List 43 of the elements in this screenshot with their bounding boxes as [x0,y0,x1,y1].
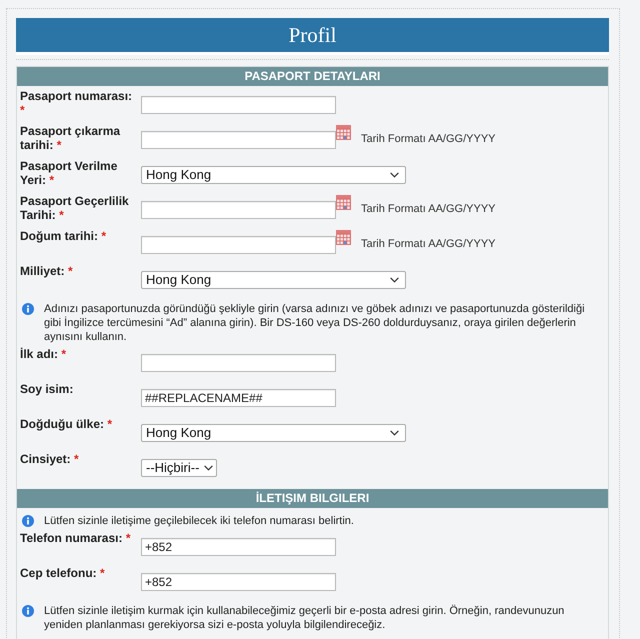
calendar-icon[interactable] [336,195,351,210]
country-select[interactable]: Hong Kong [141,424,406,442]
field-label: İlk adı: * [20,347,66,361]
info-text: Lütfen sizinle iletişime geçilebilecek iki telefon numarası belirtin. [44,514,354,528]
chevron-icon [390,172,399,178]
info-icon [22,605,34,617]
section-header: PASAPORT DETAYLARI [17,67,608,86]
info-icon [22,515,34,527]
field-label: Pasaport numarası: * [20,89,132,117]
section-header: İLETIŞIM BILGILERI [17,489,608,508]
info-text: Lütfen sizinle iletişim kurmak için kullanabileceğimiz geçerli bir e-posta adresi girin. Örneğin, randevunuzun yeniden planlanması gerekiyorsa sizi e-posta yoluyla bilgilendireceğiz. [44,604,566,632]
date-input[interactable] [141,131,336,149]
text-input[interactable]: +852 [141,538,336,556]
date-format-hint: Tarih Formatı AA/GG/YYYY [361,202,496,217]
calendar-icon[interactable] [336,125,351,140]
field-label: Cinsiyet: * [20,452,79,466]
text-input[interactable] [141,96,336,114]
page-title: Profil [16,18,609,55]
field-label: Telefon numarası: * [20,531,130,545]
field-label: Doğduğu ülke: * [20,417,112,431]
text-input[interactable]: +852 [141,573,336,591]
field-label: Cep telefonu: * [20,566,105,580]
field-label: Pasaport Geçerlilik Tarihi: * [20,194,129,222]
field-label: Soy isim: [20,382,74,396]
gender-select[interactable]: --Hiçbiri-- [141,459,217,477]
text-input[interactable]: ##REPLACENAME## [141,389,336,407]
field-label: Doğum tarihi: * [20,229,106,243]
field-label: Pasaport çıkarma tarihi: * [20,124,120,152]
date-format-hint: Tarih Formatı AA/GG/YYYY [361,237,496,252]
text-input[interactable] [141,354,336,372]
calendar-icon[interactable] [336,230,351,245]
chevron-icon [390,430,399,436]
info-icon [22,303,34,315]
date-input[interactable] [141,236,336,254]
country-select[interactable]: Hong Kong [141,166,406,184]
field-label: Milliyet: * [20,264,73,278]
country-select[interactable]: Hong Kong [141,271,406,289]
info-text: Adınızı pasaportunuzda göründüğü şekliyle girin (varsa adınızı ve göbek adınızı ve pasaportunuzda gösterildiği gibi İngilizce tercümesini “Ad” alanına girin). Bir DS-160 veya DS-260 doldurduysanız, oraya girilen değerlerin aynısını kullanın. [44,302,586,344]
chevron-icon [204,465,213,471]
date-input[interactable] [141,201,336,219]
date-format-hint: Tarih Formatı AA/GG/YYYY [361,132,496,147]
chevron-icon [390,277,399,283]
field-label: Pasaport Verilme Yeri: * [20,159,118,187]
